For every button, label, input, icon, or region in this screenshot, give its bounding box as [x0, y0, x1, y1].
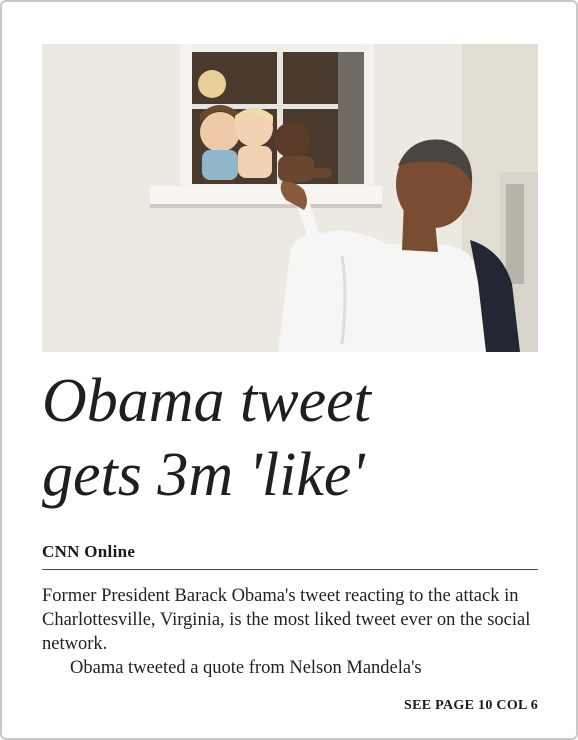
paragraph-2: Obama tweeted a quote from Nelson Mandel…	[70, 658, 422, 678]
article-body: Former President Barack Obama's tweet re…	[42, 584, 540, 680]
paragraph-1: Former President Barack Obama's tweet re…	[42, 586, 531, 654]
photo-illustration	[42, 44, 538, 352]
byline: CNN Online	[42, 542, 136, 561]
headline-line-1: Obama tweet	[42, 367, 371, 435]
headline-line-2: gets 3m 'like'	[42, 441, 365, 509]
divider	[42, 569, 538, 570]
continued-on-line: SEE PAGE 10 COL 6	[404, 698, 538, 713]
newspaper-clipping: Obama tweet gets 3m 'like' CNN Online Fo…	[0, 0, 578, 740]
article-photo	[42, 44, 538, 352]
headline: Obama tweet gets 3m 'like'	[42, 364, 542, 512]
